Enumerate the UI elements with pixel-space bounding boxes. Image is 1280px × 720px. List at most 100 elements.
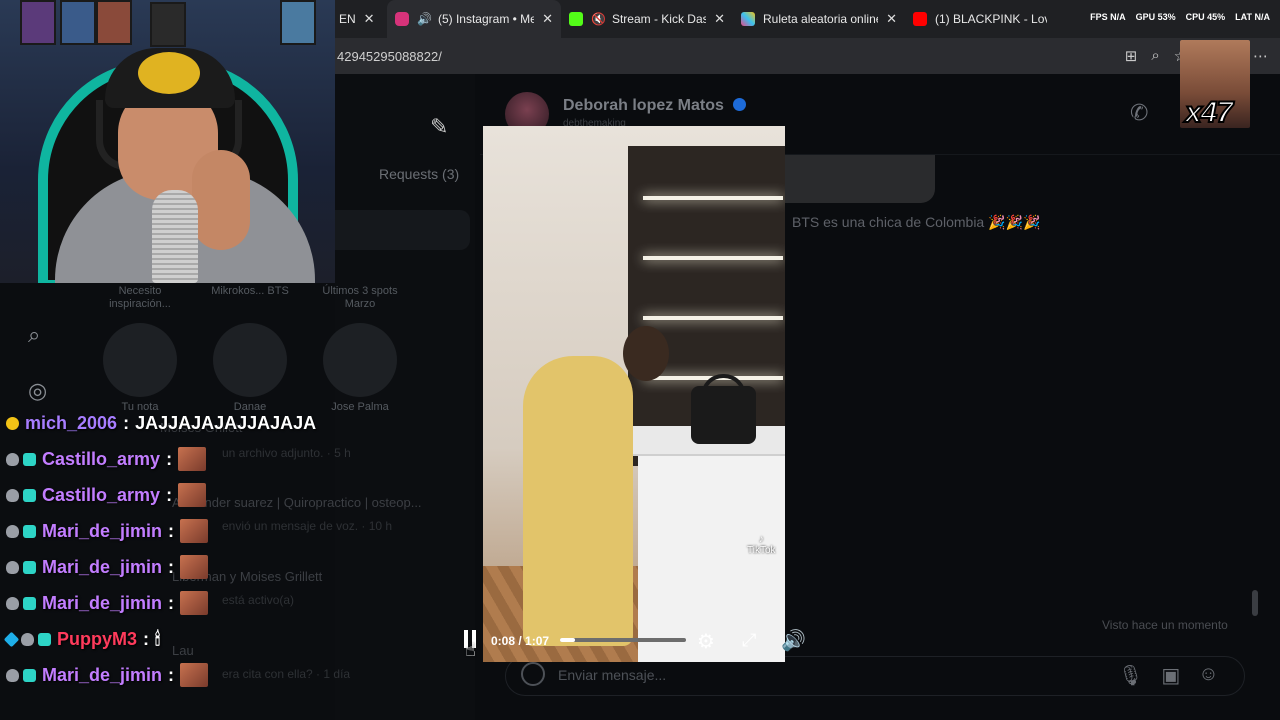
kick-icon [569,12,583,26]
sub-badge-icon [23,560,36,574]
mod-badge-icon [21,632,34,646]
fullscreen-icon[interactable]: ⤢ [742,630,756,651]
sub-badge-icon [23,452,36,466]
chat-separator: : [166,448,173,469]
chat-text: 🕯 [155,628,161,649]
tab-kick[interactable]: 🔇 Stream - Kick Dashb ✕ [561,0,733,38]
tab-title: Stream - Kick Dashb [611,12,707,26]
story-note: Necesito inspiración... [109,285,171,310]
chat-message: Castillo_army: [0,477,370,513]
chat-message: mich_2006: JAJJAJAJAJJAJAJA [0,405,370,441]
emote-icon [180,663,209,687]
chat-message: PuppyM3: 🕯 [0,621,370,657]
sub-badge-icon [23,488,36,502]
mod-badge-icon [6,560,19,574]
emote-icon [180,591,209,615]
story-item[interactable]: Necesito inspiración... Tu nota [100,285,180,413]
more-icon[interactable]: ⋯ [1253,47,1268,65]
story-item[interactable]: Últimos 3 spots Marzo Jose Palma [320,285,400,413]
tab[interactable]: EN ✕ [335,0,387,38]
video-player[interactable]: ♪ TikTok [483,126,785,662]
chat-separator: : [168,556,175,577]
chat-username[interactable]: Mari_de_jimin [42,593,162,614]
emote-icon [180,519,209,543]
chat-separator: : [168,664,175,685]
performance-hud: FPS N/A GPU 53% CPU 45% LAT N/A [1090,12,1270,22]
notes-row: Necesito inspiración... Tu nota Mikrokos.… [100,285,400,413]
chat-separator: : [143,628,150,649]
story-item[interactable]: Mikrokos... BTS Danae [210,285,290,413]
chat-message: Mari_de_jimin: [0,549,370,585]
tab-title: Ruleta aleatoria online - [763,12,879,26]
wheel-icon [741,12,755,26]
scrollbar[interactable] [1252,590,1258,616]
mod-badge-icon [6,668,19,682]
chat-username[interactable]: Mari_de_jimin [42,665,162,686]
emote-icon [180,555,209,579]
chat-separator: : [168,592,175,613]
gift-badge-icon [3,631,20,647]
alert-counter: x47 [1184,95,1234,130]
chat-username[interactable]: Castillo_army [42,449,160,470]
tab-title: (5) Instagram • Men [437,12,535,26]
requests-link[interactable]: Requests (3) [379,166,459,182]
explore-icon[interactable]: ◎ [28,378,47,404]
hud-latency: LAT N/A [1235,12,1270,22]
volume-icon[interactable]: 🔊 [781,628,806,653]
video-progress[interactable] [560,638,686,642]
story-note: Últimos 3 spots Marzo [322,285,398,310]
composer-actions: 🎙 ▣ ☺ [1118,663,1219,688]
youtube-icon [913,12,927,26]
message-image[interactable] [785,155,935,203]
chat-username[interactable]: Mari_de_jimin [42,557,162,578]
mouse-cursor: ☝ [465,640,476,660]
emote-icon [178,483,207,507]
close-icon[interactable]: ✕ [886,11,897,27]
tab-title: EN [339,12,356,26]
sticker-icon[interactable]: ☺ [1198,663,1218,688]
phone-call-icon[interactable]: ✆ [1130,100,1148,126]
chat-text: JAJJAJAJAJJAJAJA [135,412,317,433]
speaker-icon[interactable]: 🔊 [417,12,432,26]
mod-badge-icon [6,596,19,610]
search-icon[interactable]: ⌕ [28,322,40,348]
close-icon[interactable]: ✕ [714,11,725,27]
emoji-icon[interactable] [521,662,545,686]
chat-username[interactable]: mich_2006 [25,413,117,434]
progress-fill [560,638,576,642]
mod-badge-icon [6,452,19,466]
sub-badge-icon [23,596,36,610]
tab-ruleta[interactable]: Ruleta aleatoria online - ✕ [733,0,905,38]
tab-instagram[interactable]: 🔊 (5) Instagram • Men ✕ [387,0,561,38]
microphone-icon[interactable]: 🎙 [1118,663,1143,688]
avatar [213,323,287,397]
zoom-icon[interactable]: ⌕ [1151,47,1159,65]
message-input[interactable]: Enviar mensaje... [558,667,666,683]
url-text[interactable]: 42945295088822/ [337,49,442,64]
sub-badge-icon [38,632,51,646]
instagram-icon [395,12,409,26]
gear-icon[interactable]: ⚙ [697,629,715,654]
hud-cpu: CPU 45% [1185,12,1226,22]
chat-message: Mari_de_jimin: [0,585,370,621]
speaker-muted-icon[interactable]: 🔇 [591,12,606,26]
close-icon[interactable]: ✕ [542,11,553,27]
contact-name[interactable]: Deborah lopez Matos [563,97,724,115]
story-note: Mikrokos... BTS [211,285,289,297]
new-message-icon[interactable]: ✎ [430,114,448,140]
chat-username[interactable]: Castillo_army [42,485,160,506]
image-upload-icon[interactable]: ▣ [1161,663,1180,688]
sub-badge-icon [23,668,36,682]
apps-icon[interactable]: ⊞ [1125,47,1138,65]
chat-separator: : [123,412,130,433]
video-time: 0:08 / 1:07 [491,634,550,648]
seen-status: Visto hace un momento [1102,618,1228,632]
verified-badge-icon [733,98,746,111]
chat-message: Mari_de_jimin: [0,513,370,549]
tab-youtube[interactable]: (1) BLACKPINK - Lovesick [905,0,1055,38]
close-icon[interactable]: ✕ [364,11,375,27]
chat-username[interactable]: Mari_de_jimin [42,521,162,542]
mod-badge-icon [6,488,19,502]
chat-message: Castillo_army: [0,441,370,477]
chat-username[interactable]: PuppyM3 [57,629,137,650]
